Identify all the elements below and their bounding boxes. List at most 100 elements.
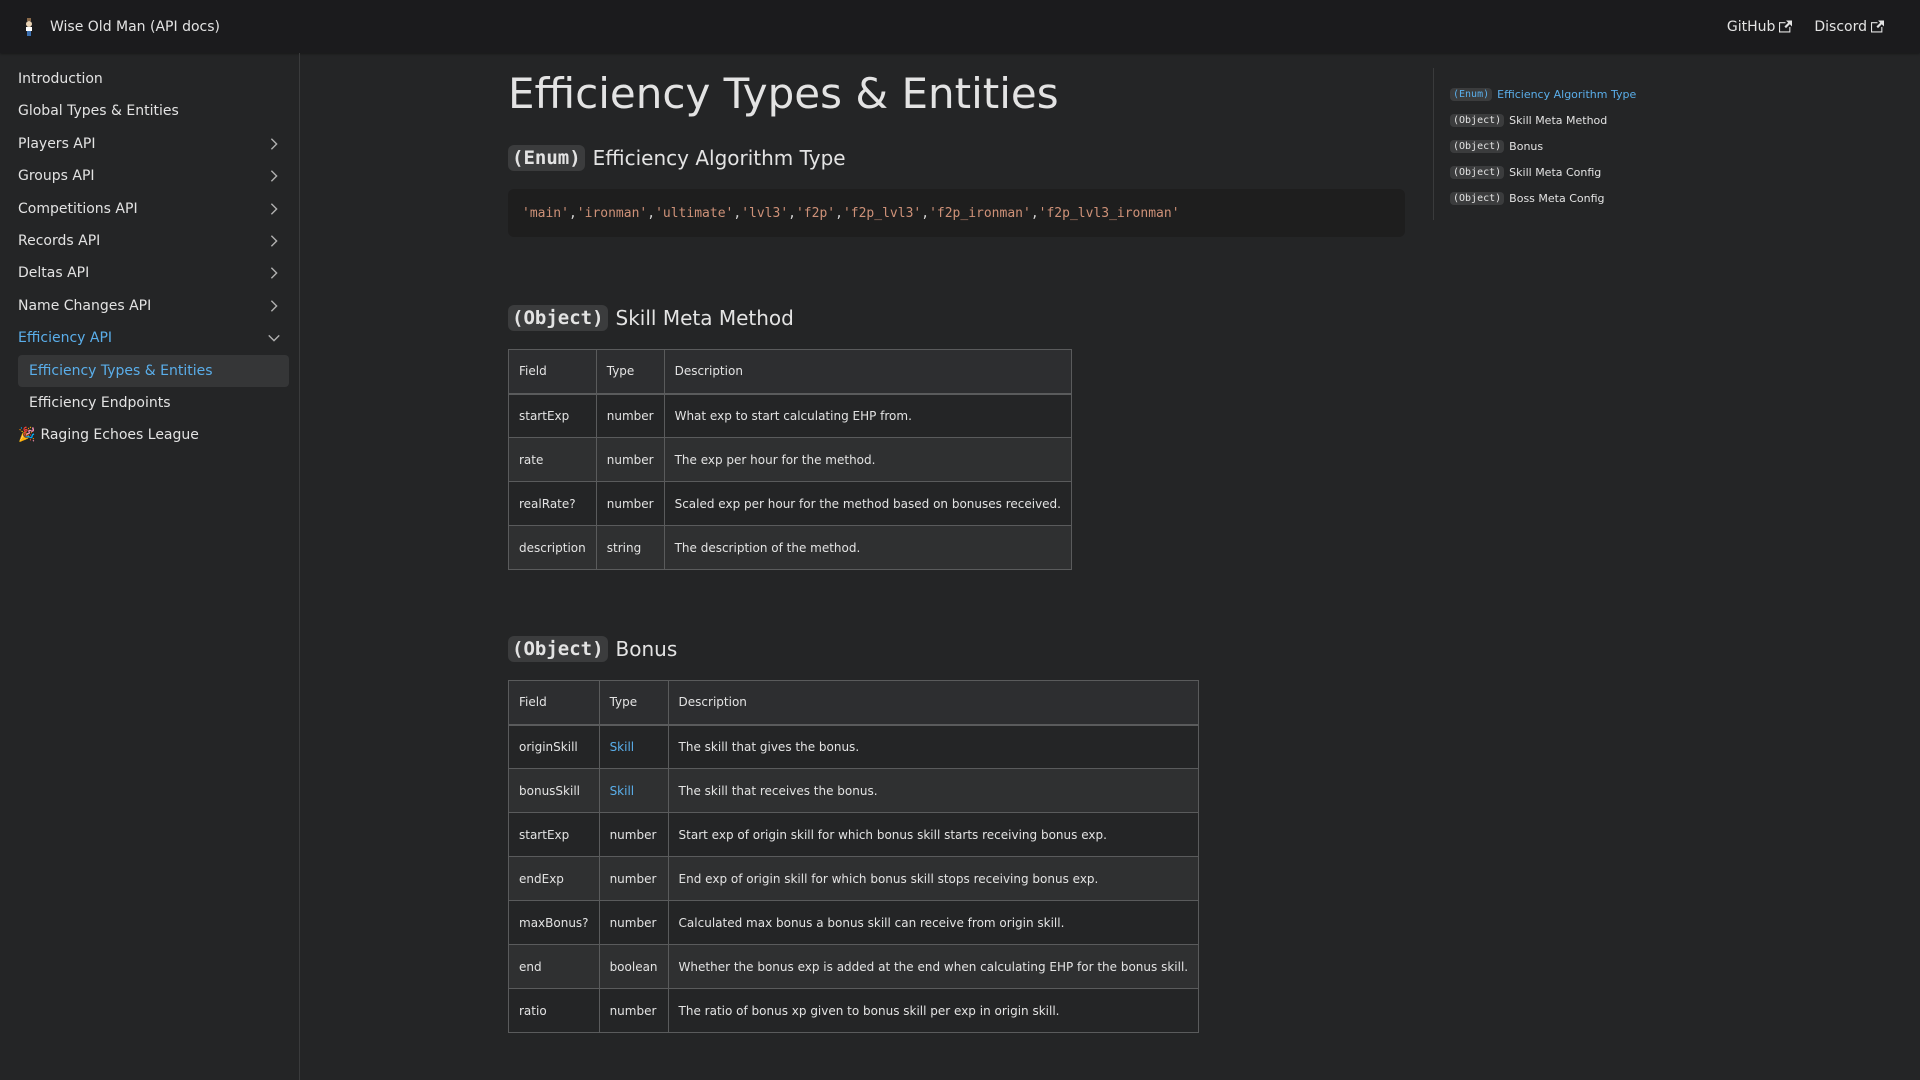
toc-item-boss-meta-config[interactable]: (Object) Boss Meta Config — [1450, 185, 1673, 211]
field-cell: startExp — [508, 812, 600, 858]
type-cell: number — [598, 900, 669, 946]
type-tag: (Object) — [508, 636, 608, 663]
header-cell: Type — [595, 349, 665, 395]
section-title: Efficiency Algorithm Type — [592, 146, 846, 171]
sidebar-item-global-types[interactable]: Global Types & Entities — [10, 95, 289, 127]
skill-meta-method-table: Field Type Description startExp number W… — [508, 349, 1072, 571]
field-cell: rate — [508, 437, 597, 483]
description-cell: What exp to start calculating EHP from. — [663, 393, 1072, 439]
table-header-row: Field Type Description — [508, 680, 1200, 726]
skill-type-link[interactable]: Skill — [598, 768, 669, 814]
sidebar-item-label: Name Changes API — [18, 297, 152, 314]
skill-type-link[interactable]: Skill — [598, 724, 669, 770]
type-cell: number — [598, 812, 669, 858]
toc-type-tag: (Enum) — [1450, 87, 1493, 101]
section-heading-bonus: (Object) Bonus — [508, 636, 1408, 663]
toc-type-tag: (Object) — [1450, 113, 1505, 127]
type-cell: number — [595, 393, 665, 439]
table-row: description string The description of th… — [508, 525, 1072, 571]
field-cell: endExp — [508, 856, 600, 902]
description-cell: Scaled exp per hour for the method based… — [663, 481, 1072, 527]
sidebar-item-groups-api[interactable]: Groups API — [10, 160, 289, 192]
sidebar-item-players-api[interactable]: Players API — [10, 128, 289, 160]
table-row: startExp number Start exp of origin skil… — [508, 812, 1200, 858]
sidebar-item-label: Efficiency Types & Entities — [29, 362, 213, 379]
toc-item-label: Boss Meta Config — [1509, 191, 1605, 205]
enum-value: 'main' — [522, 205, 569, 221]
description-cell: Start exp of origin skill for which bonu… — [667, 812, 1200, 858]
chevron-right-icon[interactable] — [267, 266, 281, 280]
separator: , — [921, 205, 930, 221]
sidebar-item-label: Global Types & Entities — [18, 103, 179, 120]
separator: , — [733, 205, 742, 221]
chevron-right-icon[interactable] — [267, 169, 281, 183]
github-link[interactable]: GitHub — [1727, 19, 1793, 35]
table-row: endExp number End exp of origin skill fo… — [508, 856, 1200, 902]
sidebar-item-competitions-api[interactable]: Competitions API — [10, 193, 289, 225]
discord-link[interactable]: Discord — [1814, 19, 1884, 35]
toc-item-label: Bonus — [1509, 139, 1544, 153]
enum-value: 'f2p' — [795, 205, 836, 221]
description-cell: The description of the method. — [663, 525, 1072, 571]
section-title: Bonus — [615, 637, 678, 662]
toc-item-efficiency-algorithm-type[interactable]: (Enum) Efficiency Algorithm Type — [1450, 81, 1673, 107]
separator: , — [788, 205, 796, 221]
type-tag: (Enum) — [508, 145, 585, 172]
table-row: startExp number What exp to start calcul… — [508, 393, 1072, 439]
enum-value: 'f2p_ironman' — [929, 205, 1031, 221]
sidebar-item-label: Introduction — [18, 71, 103, 87]
sidebar-item-label: Raging Echoes League — [40, 427, 199, 444]
github-link-label: GitHub — [1726, 18, 1776, 35]
field-cell: originSkill — [508, 724, 600, 770]
chevron-right-icon[interactable] — [267, 299, 281, 313]
type-tag: (Object) — [508, 305, 608, 332]
table-of-contents: (Enum) Efficiency Algorithm Type (Object… — [1433, 68, 1673, 220]
table-row: rate number The exp per hour for the met… — [508, 437, 1072, 483]
sidebar-subitem-efficiency-types[interactable]: Efficiency Types & Entities — [18, 354, 289, 387]
separator: , — [835, 205, 843, 221]
toc-item-label: Skill Meta Config — [1509, 165, 1602, 179]
toc-type-tag: (Object) — [1450, 191, 1505, 205]
toc-item-skill-meta-method[interactable]: (Object) Skill Meta Method — [1450, 107, 1673, 133]
description-cell: The skill that gives the bonus. — [667, 724, 1200, 770]
party-popper-icon: 🎉 — [18, 427, 36, 444]
top-navbar: Wise Old Man (API docs) GitHub Discord — [0, 0, 1920, 53]
description-cell: End exp of origin skill for which bonus … — [667, 856, 1200, 902]
chevron-right-icon[interactable] — [267, 202, 281, 216]
field-cell: realRate? — [508, 481, 597, 527]
toc-item-skill-meta-config[interactable]: (Object) Skill Meta Config — [1450, 159, 1673, 185]
sidebar-subitem-efficiency-endpoints[interactable]: Efficiency Endpoints — [18, 387, 289, 419]
enum-value: 'f2p_lvl3_ironman' — [1038, 205, 1180, 221]
site-title: Wise Old Man (API docs) — [50, 18, 220, 35]
sidebar-item-label: Efficiency API — [18, 330, 113, 347]
bonus-table: Field Type Description originSkill Skill… — [508, 680, 1200, 1034]
sidebar-item-name-changes-api[interactable]: Name Changes API — [10, 290, 289, 322]
table-row: realRate? number Scaled exp per hour for… — [508, 481, 1072, 527]
field-cell: ratio — [508, 988, 600, 1034]
external-link-icon — [1871, 20, 1884, 33]
table-row: end boolean Whether the bonus exp is add… — [508, 944, 1200, 990]
table-row: maxBonus? number Calculated max bonus a … — [508, 900, 1200, 946]
toc-type-tag: (Object) — [1450, 139, 1505, 153]
header-cell: Field — [508, 680, 600, 726]
type-cell: number — [598, 988, 669, 1034]
toc-item-label: Efficiency Algorithm Type — [1497, 87, 1637, 101]
enum-value: 'ironman' — [576, 205, 648, 221]
external-link-icon — [1779, 20, 1793, 33]
chevron-down-icon[interactable] — [267, 331, 281, 345]
brand-link[interactable]: Wise Old Man (API docs) — [20, 16, 220, 38]
sidebar-item-introduction[interactable]: Introduction — [10, 63, 289, 95]
sidebar-item-efficiency-api[interactable]: Efficiency API — [10, 322, 289, 354]
sidebar-item-raging-echoes-league[interactable]: 🎉 Raging Echoes League — [10, 419, 289, 451]
description-cell: The skill that receives the bonus. — [667, 768, 1200, 814]
sidebar-item-label: Efficiency Endpoints — [29, 394, 171, 411]
main-content: Efficiency Types & Entities (Enum) Effic… — [508, 53, 1408, 1034]
chevron-right-icon[interactable] — [267, 137, 281, 151]
chevron-right-icon[interactable] — [267, 234, 281, 248]
description-cell: Calculated max bonus a bonus skill can r… — [667, 900, 1200, 946]
type-cell: boolean — [598, 944, 669, 990]
toc-item-bonus[interactable]: (Object) Bonus — [1450, 133, 1673, 159]
separator: , — [1030, 205, 1039, 221]
sidebar-item-records-api[interactable]: Records API — [10, 225, 289, 257]
sidebar-item-deltas-api[interactable]: Deltas API — [10, 257, 289, 289]
